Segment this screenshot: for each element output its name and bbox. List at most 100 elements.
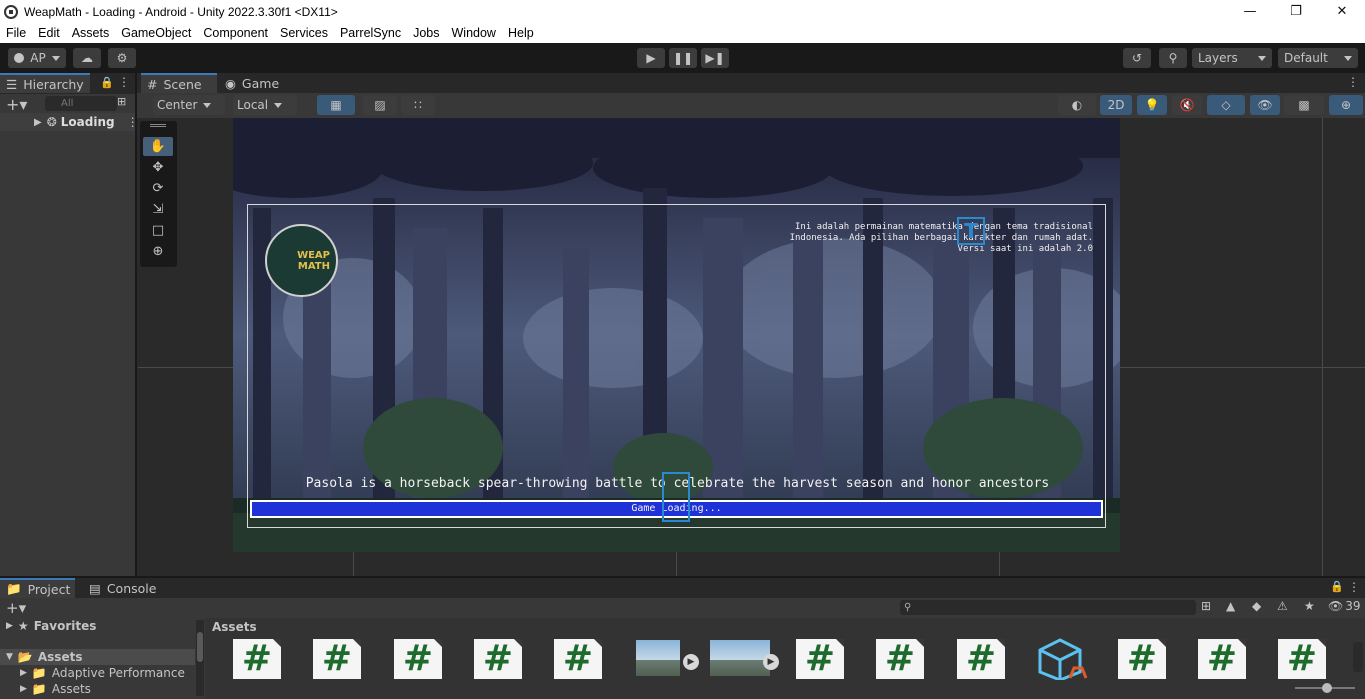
image-asset-thumbnail[interactable] [636, 640, 680, 676]
lock-icon[interactable]: 🔒 [100, 76, 114, 89]
pivot-dropdown[interactable]: Center [153, 95, 225, 115]
menu-edit[interactable]: Edit [32, 26, 66, 40]
menu-component[interactable]: Component [197, 26, 274, 40]
pause-button[interactable]: ❚❚ [669, 48, 697, 68]
script-asset-icon[interactable]: # [233, 639, 281, 679]
search-by-type-icon[interactable]: ⊞ [1201, 599, 1211, 613]
add-object-button[interactable]: +▾ [6, 95, 27, 114]
play-button[interactable]: ▶ [637, 48, 665, 68]
image-asset-thumbnail[interactable] [710, 640, 770, 676]
asset-grid-scrollbar[interactable] [1353, 642, 1363, 672]
overlay-handle[interactable] [150, 124, 166, 127]
project-tree: ▶ ★ Favorites ▼ 📂 Assets ▶ 📁 Adaptive Pe… [0, 618, 205, 699]
tab-project[interactable]: 📁 Project [0, 578, 75, 598]
script-asset-icon[interactable]: # [394, 639, 442, 679]
text-gizmo-icon[interactable]: T [957, 217, 985, 245]
play-preview-icon[interactable]: ▶ [683, 654, 699, 670]
tree-scrollbar[interactable] [196, 620, 204, 696]
menu-help[interactable]: Help [502, 26, 540, 40]
restore-icon[interactable]: ❐ [1273, 0, 1319, 23]
script-asset-icon[interactable]: # [876, 639, 924, 679]
history-icon[interactable]: ↺ [1123, 48, 1151, 68]
warning-icon[interactable]: ⚠ [1277, 599, 1288, 613]
tab-hierarchy[interactable]: ☰ Hierarchy [0, 73, 90, 93]
rect-tool-icon[interactable]: □ [143, 221, 173, 240]
script-asset-icon[interactable]: # [554, 639, 602, 679]
cloud-icon[interactable]: ☁ [73, 48, 101, 68]
menu-services[interactable]: Services [274, 26, 334, 40]
menu-assets[interactable]: Assets [66, 26, 116, 40]
script-asset-icon[interactable]: # [957, 639, 1005, 679]
audio-mute-icon[interactable]: 🔇 [1172, 95, 1202, 115]
menu-jobs[interactable]: Jobs [407, 26, 445, 40]
logo-line2: MATH [297, 260, 330, 272]
mode-2d-button[interactable]: 2D [1100, 95, 1132, 115]
layers-dropdown[interactable]: Layers [1192, 48, 1272, 68]
play-preview-icon[interactable]: ▶ [763, 654, 779, 670]
minimize-icon[interactable]: — [1227, 0, 1273, 23]
scene-more-menu-icon[interactable]: ⋮ [1347, 75, 1359, 89]
script-asset-icon[interactable]: # [1278, 639, 1326, 679]
effects-icon[interactable]: ◇ [1207, 95, 1245, 115]
script-asset-icon[interactable]: # [796, 639, 844, 679]
favorites-star-icon: ★ [17, 619, 29, 633]
camera-icon[interactable]: ▩ [1284, 95, 1324, 115]
project-search-input[interactable]: ⚲ [900, 600, 1196, 615]
prefab-asset-icon[interactable] [1036, 638, 1092, 682]
star-icon[interactable]: ★ [1304, 599, 1315, 613]
expand-arrow-icon[interactable]: ▶ [34, 117, 42, 128]
collapse-assets-icon[interactable]: ▼ [6, 652, 13, 662]
transform-tool-icon[interactable]: ⊕ [143, 242, 173, 261]
script-asset-icon[interactable]: # [1118, 639, 1166, 679]
tree-scrollbar-thumb[interactable] [197, 632, 203, 662]
expand-folder-icon[interactable]: ▶ [20, 668, 27, 678]
project-tab-label: Project [27, 581, 71, 597]
asset-grid [205, 618, 1365, 699]
rotate-tool-icon[interactable]: ⟳ [143, 179, 173, 198]
expand-folder-icon[interactable]: ▶ [20, 684, 27, 694]
grid-snap-icon[interactable]: ▦ [317, 95, 355, 115]
shading-mode-icon[interactable]: ◐ [1058, 95, 1096, 115]
filter-icon[interactable]: ⊞ [117, 95, 126, 108]
tab-console[interactable]: ▤ Console [83, 578, 163, 598]
more-icon[interactable]: ⋮ [118, 75, 130, 89]
hand-tool-icon[interactable]: ✋ [143, 137, 173, 156]
gizmos-icon[interactable]: ⊕ [1329, 95, 1363, 115]
tab-game[interactable]: ◉ Game [219, 73, 289, 93]
step-button[interactable]: ▶❚ [701, 48, 729, 68]
project-more-icon[interactable]: ⋮ [1348, 580, 1360, 594]
create-asset-button[interactable]: +▾ [6, 599, 26, 617]
script-asset-icon[interactable]: # [474, 639, 522, 679]
scale-tool-icon[interactable]: ⇲ [143, 200, 173, 219]
ruler-icon[interactable]: ∷ [401, 95, 435, 115]
menu-parrelsync[interactable]: ParrelSync [334, 26, 407, 40]
space-dropdown[interactable]: Local [233, 95, 297, 115]
hierarchy-scene-row[interactable]: ▶ ❂ Loading ⋮ [0, 113, 139, 131]
folder-row[interactable]: ▶ 📁 Assets [20, 682, 91, 696]
layout-dropdown[interactable]: Default [1278, 48, 1358, 68]
menu-window[interactable]: Window [446, 26, 502, 40]
menu-file[interactable]: File [0, 26, 32, 40]
visibility-icon[interactable]: 👁 [1250, 95, 1280, 115]
menu-gameobject[interactable]: GameObject [115, 26, 197, 40]
zoom-slider-thumb[interactable] [1322, 683, 1332, 693]
snap-increment-icon[interactable]: ▨ [363, 95, 397, 115]
asset-breadcrumb[interactable]: Assets [212, 620, 257, 634]
move-tool-icon[interactable]: ✥ [143, 158, 173, 177]
script-asset-icon[interactable]: # [1198, 639, 1246, 679]
project-lock-icon[interactable]: 🔒 [1330, 580, 1344, 593]
filter-type-icon[interactable]: ▲ [1226, 599, 1235, 613]
search-icon[interactable]: ⚲ [1159, 48, 1187, 68]
folder-row[interactable]: ▶ 📁 Adaptive Performance [20, 666, 185, 680]
lighting-icon[interactable]: 💡 [1137, 95, 1167, 115]
hierarchy-search-input[interactable]: All [45, 96, 117, 111]
collab-icon[interactable]: ⚙ [108, 48, 136, 68]
label-icon[interactable]: ◆ [1252, 599, 1261, 613]
script-asset-icon[interactable]: # [313, 639, 361, 679]
text-gizmo-frame[interactable] [662, 472, 690, 522]
expand-favorites-icon[interactable]: ▶ [6, 621, 13, 631]
close-icon[interactable]: ✕ [1319, 0, 1365, 23]
tab-scene[interactable]: # Scene [141, 73, 217, 93]
account-dropdown[interactable]: AP [8, 48, 66, 68]
favorites-row[interactable]: ▶ ★ Favorites [6, 619, 96, 633]
